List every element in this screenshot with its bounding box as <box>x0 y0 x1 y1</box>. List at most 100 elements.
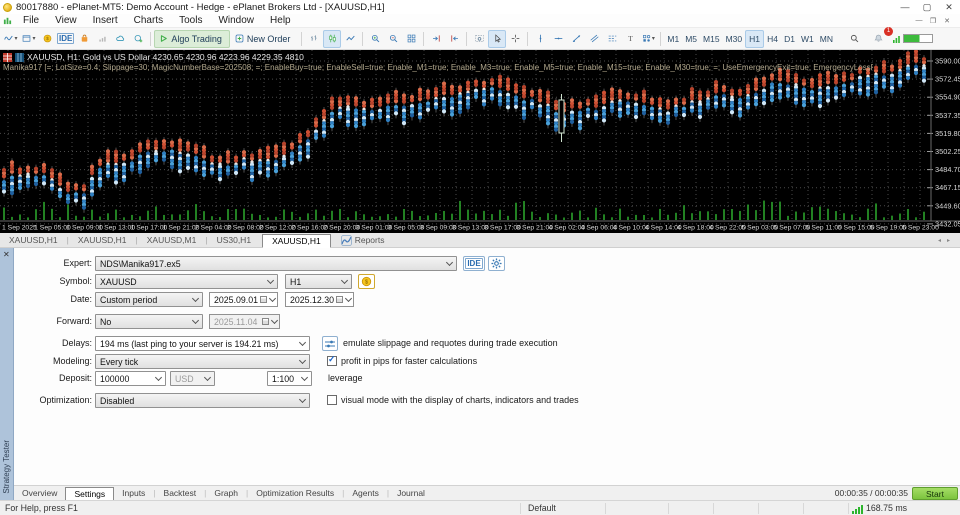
timeframe-m30[interactable]: M30 <box>723 33 746 45</box>
start-button[interactable]: Start <box>912 487 958 500</box>
new-order-button[interactable]: New Order <box>230 30 299 48</box>
expert-ide-button[interactable]: IDE <box>463 256 485 271</box>
cloud-button[interactable] <box>111 30 129 48</box>
tab-overview[interactable]: Overview <box>14 486 65 501</box>
minimize-button[interactable]: — <box>894 0 916 14</box>
forward-date-field: 2025.11.04 <box>209 314 280 329</box>
menu-insert[interactable]: Insert <box>85 14 126 28</box>
tab-graph[interactable]: Graph <box>206 486 246 501</box>
expert-combo[interactable]: NDS\Manika917.ex5 <box>95 256 457 271</box>
tab-journal[interactable]: Journal <box>389 486 433 501</box>
tab-backtest[interactable]: Backtest <box>156 486 205 501</box>
date-from-field[interactable]: 2025.09.01 <box>209 292 278 307</box>
web-terminal-button[interactable] <box>129 30 147 48</box>
chart-tab-1[interactable]: XAUUSD,H1 <box>0 233 67 248</box>
timeframe-m5[interactable]: M5 <box>682 33 700 45</box>
date-to-field[interactable]: 2025.12.30 <box>285 292 354 307</box>
expert-properties-button[interactable] <box>488 256 505 271</box>
app-logo-icon <box>3 3 12 12</box>
symbol-specification-button[interactable]: $ <box>358 274 375 289</box>
timeframe-mn[interactable]: MN <box>817 33 836 45</box>
menu-file[interactable]: File <box>15 14 47 28</box>
tab-settings[interactable]: Settings <box>65 487 114 501</box>
mdi-restore-button[interactable]: ❐ <box>926 17 940 25</box>
tile-windows-button[interactable] <box>402 30 420 48</box>
notifications-button[interactable]: 1 <box>870 30 888 48</box>
signals-button[interactable] <box>93 30 111 48</box>
chart-tab-active[interactable]: XAUUSD,H1 <box>262 234 331 248</box>
ide-button[interactable]: IDE <box>56 30 75 48</box>
line-chart-icon <box>346 34 355 43</box>
chart-type-dropdown[interactable]: ▾ <box>2 30 20 48</box>
crosshair-icon <box>511 34 520 43</box>
ping-refresh-button[interactable] <box>322 336 338 351</box>
modeling-combo[interactable]: Every tick <box>95 354 310 369</box>
trendline-tool[interactable] <box>567 30 585 48</box>
shift-end-left-button[interactable] <box>445 30 463 48</box>
leverage-combo[interactable]: 1:100 <box>267 371 312 386</box>
optimization-combo[interactable]: Disabled <box>95 393 310 408</box>
zoom-in-button[interactable] <box>366 30 384 48</box>
menu-view[interactable]: View <box>47 14 85 28</box>
close-button[interactable]: ✕ <box>938 0 960 14</box>
deposit-funds-button[interactable]: $ <box>38 30 56 48</box>
menu-charts[interactable]: Charts <box>126 14 171 28</box>
date-period-combo[interactable]: Custom period <box>95 292 203 307</box>
bar-chart-button[interactable] <box>305 30 323 48</box>
tab-scroll-arrows[interactable]: ◂▸ <box>938 237 956 244</box>
timeframe-h4[interactable]: H4 <box>764 33 781 45</box>
menu-help[interactable]: Help <box>262 14 299 28</box>
text-tool[interactable]: T <box>621 30 639 48</box>
mdi-minimize-button[interactable]: — <box>912 17 926 24</box>
line-chart-button[interactable] <box>341 30 359 48</box>
visual-mode-checkbox[interactable] <box>327 395 337 405</box>
tab-inputs[interactable]: Inputs <box>114 486 153 501</box>
chart-tab-4[interactable]: US30,H1 <box>208 233 261 248</box>
crosshair-tool-button[interactable] <box>506 30 524 48</box>
strategy-tester-strip[interactable]: ✕ Strategy Tester <box>0 248 14 500</box>
chart-tab-2[interactable]: XAUUSD,H1 <box>69 233 136 248</box>
timeframe-d1[interactable]: D1 <box>781 33 798 45</box>
optimization-note[interactable]: visual mode with the display of charts, … <box>341 393 579 408</box>
horizontal-line-tool[interactable] <box>549 30 567 48</box>
modeling-note[interactable]: profit in pips for faster calculations <box>341 354 477 369</box>
timeframe-h1[interactable]: H1 <box>745 30 764 48</box>
horizontal-line-icon <box>554 34 563 43</box>
screenshot-button[interactable] <box>470 30 488 48</box>
window-layout-dropdown[interactable]: ▾ <box>20 30 38 48</box>
tab-agents[interactable]: Agents <box>344 486 386 501</box>
algo-trading-button[interactable]: Algo Trading <box>154 30 230 48</box>
chart-window-icon[interactable] <box>3 16 12 25</box>
shift-end-right-button[interactable] <box>427 30 445 48</box>
maximize-button[interactable]: ▢ <box>916 0 938 14</box>
vertical-line-tool[interactable] <box>531 30 549 48</box>
chevron-down-icon <box>341 277 348 284</box>
connection-status[interactable] <box>892 30 934 48</box>
deposit-combo[interactable]: 100000 <box>95 371 166 386</box>
timeframe-m1[interactable]: M1 <box>664 33 682 45</box>
profit-pips-checkbox[interactable] <box>327 356 337 366</box>
timeframe-combo[interactable]: H1 <box>285 274 352 289</box>
menu-window[interactable]: Window <box>210 14 262 28</box>
mdi-close-button[interactable]: ✕ <box>940 17 954 25</box>
fibonacci-tool[interactable] <box>603 30 621 48</box>
cursor-tool-button[interactable] <box>488 30 506 48</box>
profile-name[interactable]: Default <box>528 503 556 513</box>
chart-tab-3[interactable]: XAUUSD,M1 <box>138 233 206 248</box>
market-button[interactable] <box>75 30 93 48</box>
channel-tool[interactable] <box>585 30 603 48</box>
candlestick-chart-button[interactable] <box>323 30 341 48</box>
zoom-out-button[interactable] <box>384 30 402 48</box>
menu-tools[interactable]: Tools <box>171 14 210 28</box>
tab-optimization-results[interactable]: Optimization Results <box>248 486 342 501</box>
price-chart[interactable]: 3590.003572.453554.903537.353519.803502.… <box>0 50 960 233</box>
timeframe-m15[interactable]: M15 <box>700 33 723 45</box>
forward-combo[interactable]: No <box>95 314 203 329</box>
delays-combo[interactable]: 194 ms (last ping to your server is 194.… <box>95 336 310 351</box>
tester-close-icon[interactable]: ✕ <box>3 250 10 259</box>
symbol-combo[interactable]: XAUUSD <box>95 274 278 289</box>
timeframe-w1[interactable]: W1 <box>798 33 817 45</box>
shapes-dropdown[interactable]: ▾ <box>639 30 657 48</box>
search-button[interactable] <box>846 30 864 48</box>
reports-tab[interactable]: Reports <box>341 235 385 246</box>
